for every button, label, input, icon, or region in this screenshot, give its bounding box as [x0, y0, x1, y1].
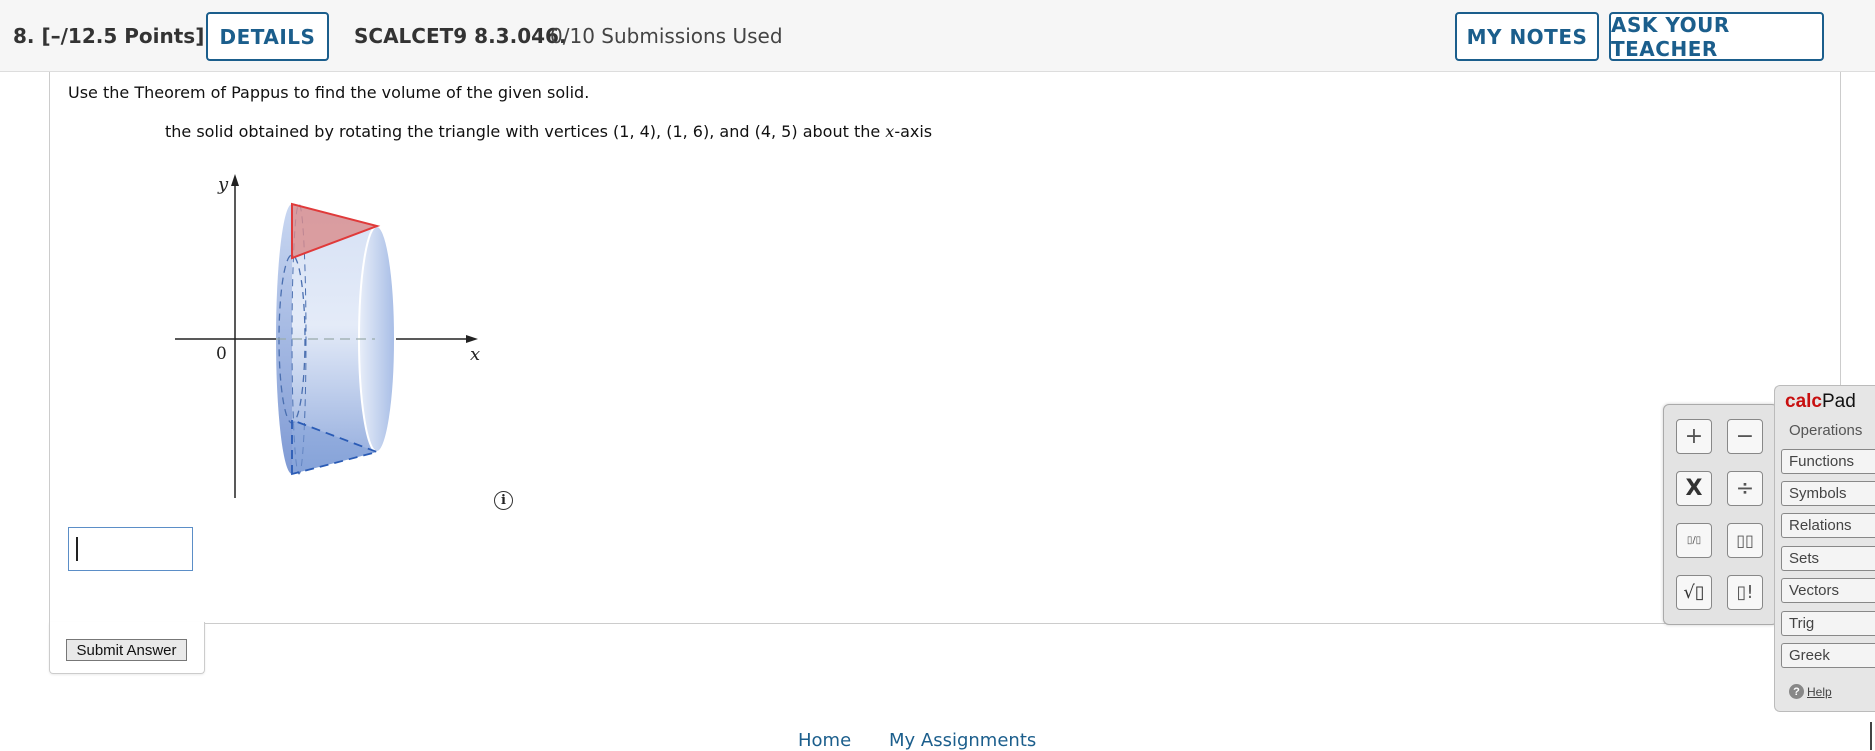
calcpad-relations[interactable]: Relations — [1781, 513, 1875, 538]
home-link[interactable]: Home — [798, 730, 851, 751]
text-caret — [76, 537, 78, 561]
submissions-count: 0/10 Submissions Used — [550, 24, 783, 48]
info-icon[interactable]: i — [494, 491, 513, 510]
x-label: x — [470, 344, 480, 365]
fraction-key[interactable]: ▯/▯ — [1676, 523, 1712, 558]
answer-input[interactable] — [68, 527, 193, 571]
ask-teacher-button[interactable]: ASK YOUR TEACHER — [1609, 12, 1824, 61]
y-label: y — [217, 174, 229, 195]
sqrt-key[interactable]: √▯ — [1676, 575, 1712, 610]
statement-post: -axis — [894, 122, 933, 141]
help-link[interactable]: Help — [1807, 685, 1832, 699]
calcpad-operations-tab[interactable]: Operations — [1775, 419, 1875, 445]
calcpad-functions[interactable]: Functions — [1781, 449, 1875, 474]
submit-answer-button[interactable]: Submit Answer — [66, 639, 187, 661]
calcpad-greek[interactable]: Greek — [1781, 643, 1875, 668]
help-icon: ? — [1789, 684, 1804, 699]
calcpad-help[interactable]: ? Help — [1789, 684, 1832, 699]
problem-statement: the solid obtained by rotating the trian… — [165, 122, 932, 141]
my-assignments-link[interactable]: My Assignments — [889, 730, 1036, 751]
my-notes-button[interactable]: MY NOTES — [1455, 12, 1599, 61]
panel-divider — [204, 623, 1841, 624]
calcpad-panel: calcPad Operations Functions Symbols Rel… — [1774, 385, 1875, 712]
question-header: 8. [–/12.5 Points] DETAILS SCALCET9 8.3.… — [0, 0, 1875, 72]
calcpad-vectors[interactable]: Vectors — [1781, 578, 1875, 603]
question-number-points: 8. [–/12.5 Points] — [13, 24, 205, 48]
math-keypad: + − X ÷ ▯/▯ ▯▯ √▯ ▯! — [1663, 404, 1778, 625]
divide-key[interactable]: ÷ — [1727, 471, 1763, 506]
calcpad-trig[interactable]: Trig — [1781, 611, 1875, 636]
calcpad-title-rest: Pad — [1821, 391, 1856, 412]
statement-pre: the solid obtained by rotating the trian… — [165, 122, 886, 141]
calcpad-symbols[interactable]: Symbols — [1781, 481, 1875, 506]
exponent-key[interactable]: ▯▯ — [1727, 523, 1763, 558]
instruction-text: Use the Theorem of Pappus to find the vo… — [68, 83, 590, 102]
mouse-cursor — [1870, 722, 1872, 750]
statement-var: x — [885, 122, 895, 141]
solid-figure: y x 0 — [170, 168, 490, 503]
plus-key[interactable]: + — [1676, 419, 1712, 454]
minus-key[interactable]: − — [1727, 419, 1763, 454]
multiply-key[interactable]: X — [1676, 471, 1712, 506]
origin-label: 0 — [216, 344, 227, 364]
calcpad-title: calcPad — [1785, 391, 1856, 413]
calcpad-sets[interactable]: Sets — [1781, 546, 1875, 571]
factorial-key[interactable]: ▯! — [1727, 575, 1763, 610]
y-axis-arrow — [231, 174, 239, 186]
solid-figure-svg: y x 0 — [175, 174, 480, 498]
details-button[interactable]: DETAILS — [206, 12, 329, 61]
calcpad-title-bold: calc — [1785, 391, 1822, 412]
problem-code: SCALCET9 8.3.046. — [354, 24, 567, 48]
x-axis-arrow — [466, 335, 478, 343]
